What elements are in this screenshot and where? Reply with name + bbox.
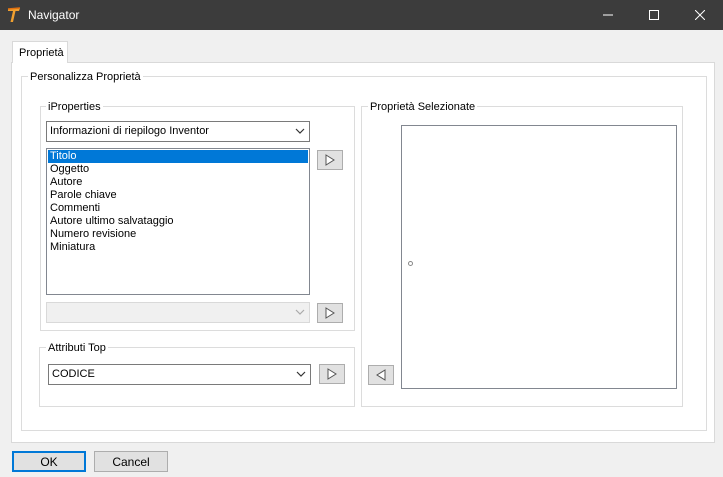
list-item[interactable]: Oggetto xyxy=(48,163,308,176)
empty-marker-icon xyxy=(408,261,413,266)
close-icon xyxy=(695,10,705,20)
tab-panel: Personalizza Proprietà iProperties Infor… xyxy=(11,62,715,443)
category-select-value: Informazioni di riepilogo Inventor xyxy=(50,125,209,137)
add-top-attribute-button[interactable] xyxy=(319,364,345,384)
title-bar: Navigator xyxy=(0,0,723,30)
ok-button[interactable]: OK xyxy=(12,451,86,472)
list-item[interactable]: Autore ultimo salvataggio xyxy=(48,215,308,228)
window-title: Navigator xyxy=(28,8,80,22)
tab-label: Proprietà xyxy=(19,47,64,59)
list-item[interactable]: Parole chiave xyxy=(48,189,308,202)
arrow-right-icon xyxy=(327,368,337,380)
list-item[interactable]: Titolo xyxy=(48,150,308,163)
arrow-left-icon xyxy=(376,369,386,381)
arrow-right-icon xyxy=(325,307,335,319)
add-custom-property-button[interactable] xyxy=(317,303,343,323)
minimize-icon xyxy=(603,14,613,16)
minimize-button[interactable] xyxy=(585,0,631,30)
cancel-button-label: Cancel xyxy=(112,454,150,469)
iproperties-legend: iProperties xyxy=(46,101,103,113)
top-attributes-value: CODICE xyxy=(52,368,95,380)
top-attributes-select[interactable]: CODICE xyxy=(48,364,311,385)
list-item[interactable]: Commenti xyxy=(48,202,308,215)
custom-property-select[interactable] xyxy=(46,302,310,323)
cancel-button[interactable]: Cancel xyxy=(94,451,168,472)
maximize-button[interactable] xyxy=(631,0,677,30)
selected-properties-legend: Proprietà Selezionate xyxy=(368,101,478,113)
customize-properties-legend: Personalizza Proprietà xyxy=(28,71,143,83)
maximize-icon xyxy=(649,10,659,20)
chevron-down-icon xyxy=(296,371,306,377)
tab-proprieta[interactable]: Proprietà xyxy=(12,41,68,63)
iproperties-category-select[interactable]: Informazioni di riepilogo Inventor xyxy=(46,121,310,142)
remove-property-button[interactable] xyxy=(368,365,394,385)
inventor-t-icon xyxy=(7,7,21,22)
add-property-button[interactable] xyxy=(317,150,343,170)
top-attributes-legend: Attributi Top xyxy=(46,342,108,354)
ok-button-label: OK xyxy=(40,454,58,469)
arrow-right-icon xyxy=(325,154,335,166)
selected-properties-list[interactable] xyxy=(401,125,677,389)
chevron-down-icon xyxy=(295,128,305,134)
list-item[interactable]: Autore xyxy=(48,176,308,189)
chevron-down-icon xyxy=(295,309,305,315)
list-item[interactable]: Numero revisione xyxy=(48,228,308,241)
close-button[interactable] xyxy=(677,0,723,30)
iproperties-list[interactable]: Titolo Oggetto Autore Parole chiave Comm… xyxy=(46,148,310,295)
list-item[interactable]: Miniatura xyxy=(48,241,308,254)
